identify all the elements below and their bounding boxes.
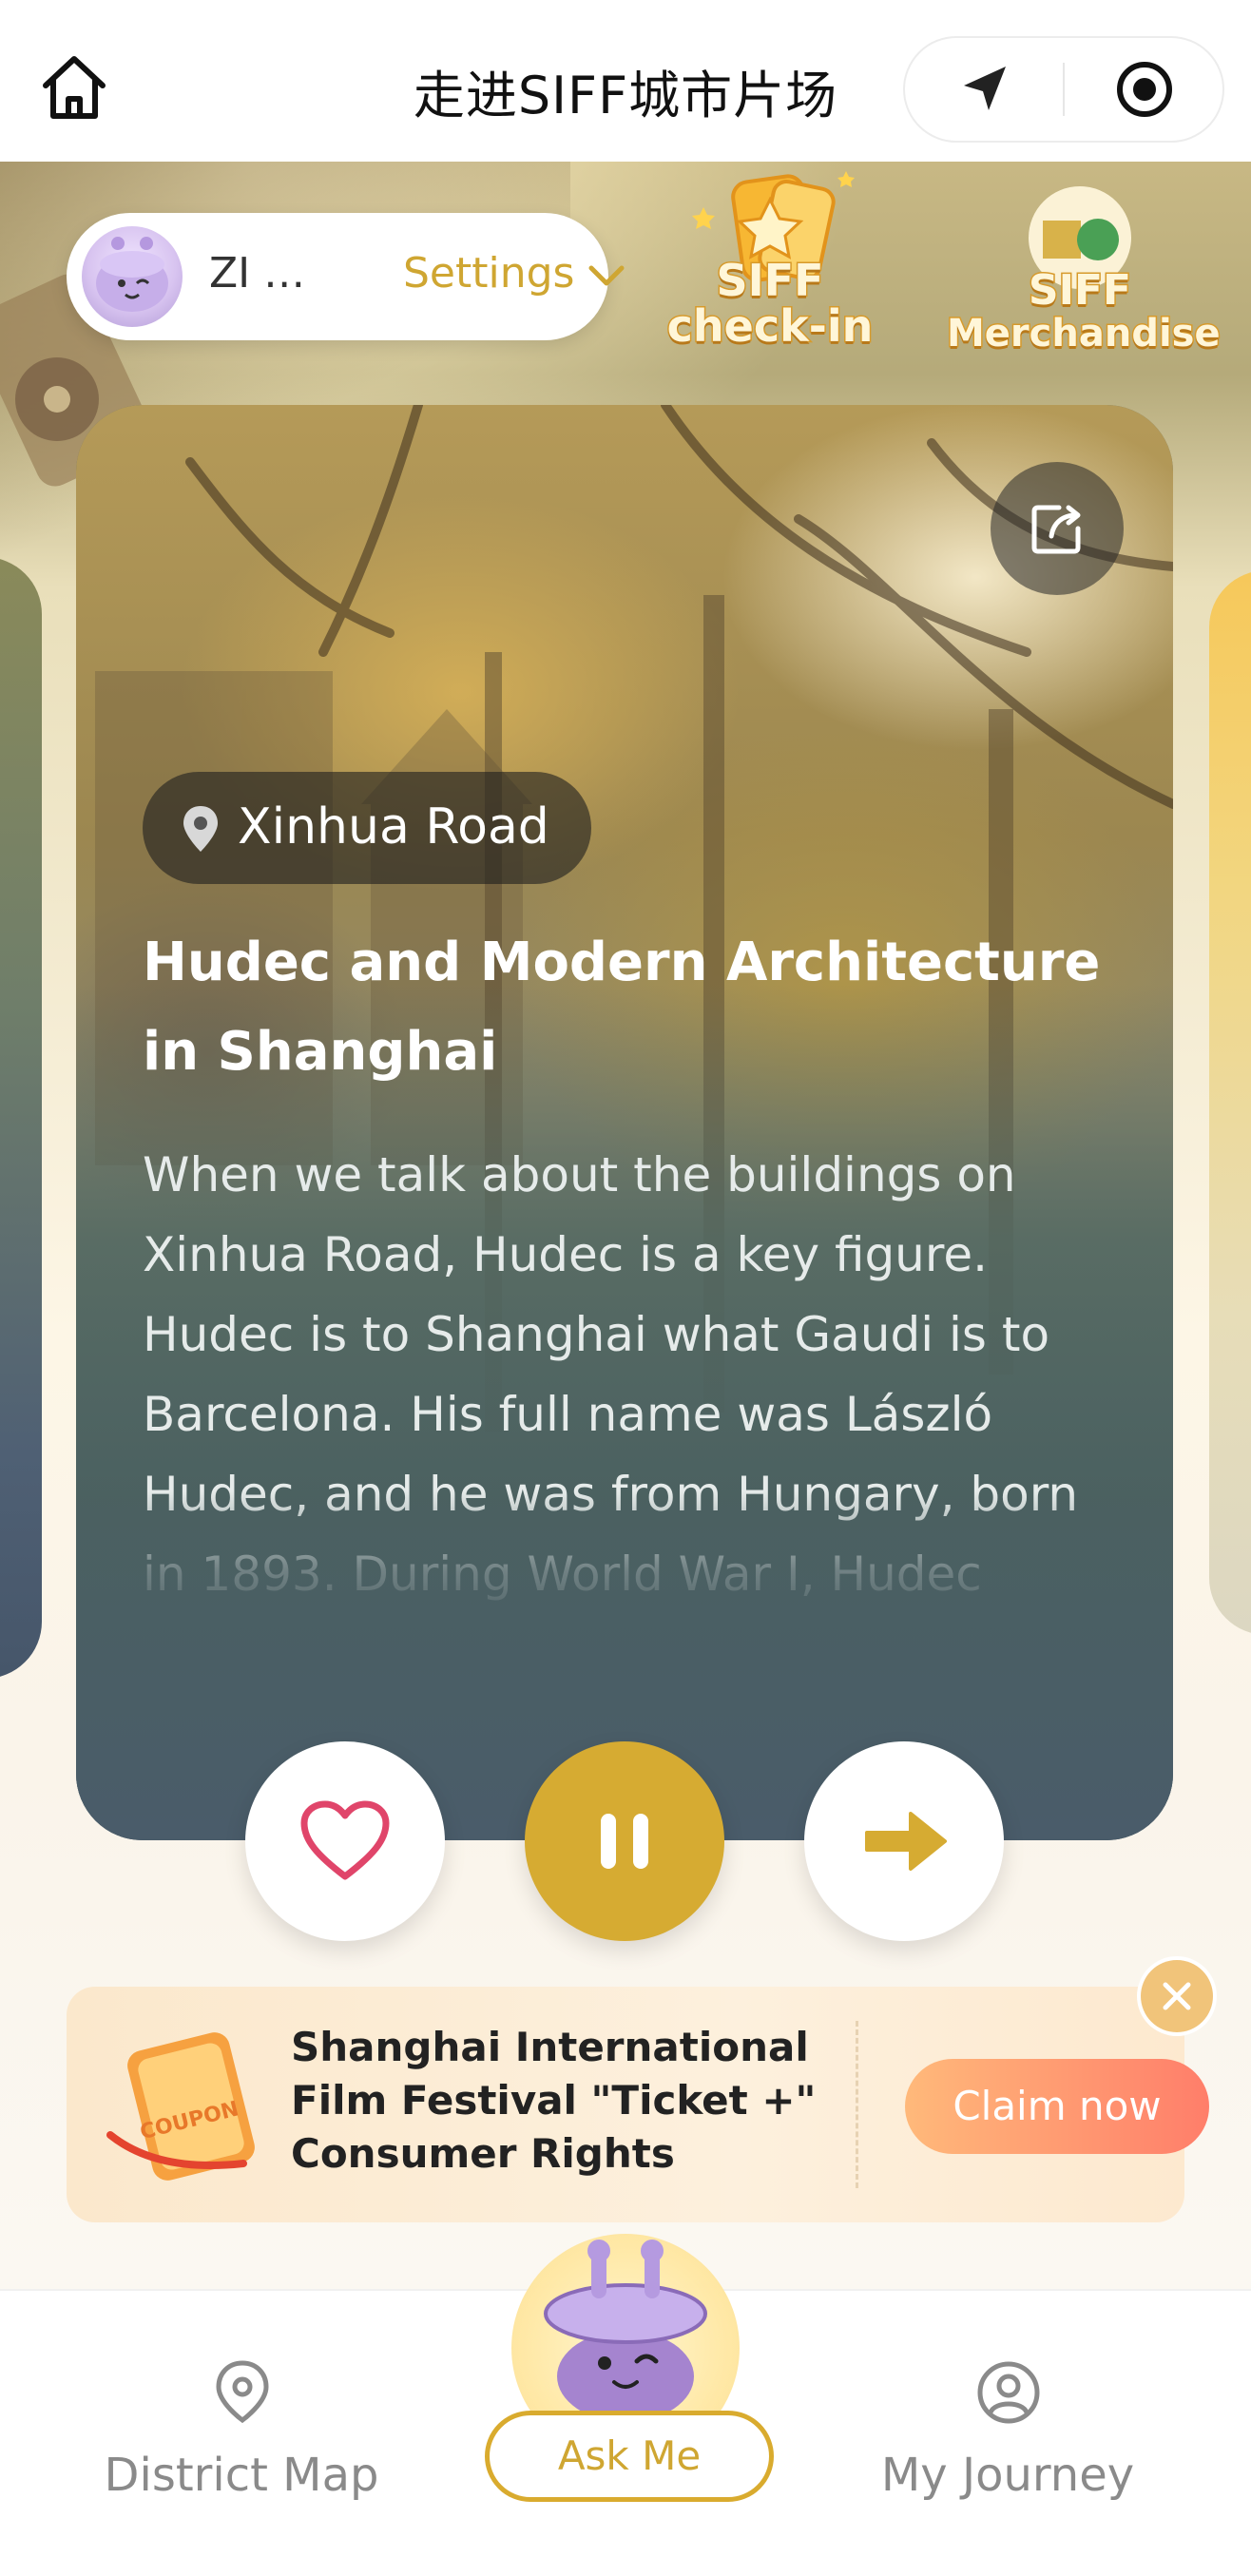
like-button[interactable] (245, 1741, 445, 1941)
pause-button[interactable] (525, 1741, 724, 1941)
navigation-arrow-icon[interactable] (956, 61, 1013, 118)
capsule-divider (1063, 63, 1065, 116)
location-name: Xinhua Road (238, 798, 549, 855)
checkin-label-line2: check-in (665, 300, 875, 352)
tab-my-journey-label: My Journey (880, 2449, 1135, 2502)
siff-merchandise-badge[interactable]: SIFF Merchandise (946, 181, 1222, 371)
previous-story-card[interactable] (0, 557, 42, 1679)
promo-text: Shanghai International Film Festival "Ti… (291, 2024, 817, 2177)
next-story-button[interactable] (804, 1741, 1004, 1941)
tab-my-journey[interactable]: My Journey (837, 2291, 1179, 2576)
ask-me-button[interactable]: Ask Me (485, 2411, 774, 2502)
coupon-icon: COUPON (106, 2032, 255, 2181)
story-title: Hudec and Modern Architecture in Shangha… (143, 932, 1101, 1083)
story-card: Xinhua Road Hudec and Modern Architectur… (76, 405, 1173, 1840)
siff-checkin-badge[interactable]: SIFF check-in (656, 160, 884, 369)
tab-district-map-label: District Map (104, 2449, 379, 2502)
heart-icon (300, 1800, 390, 1880)
checkin-label-line1: SIFF (715, 255, 825, 306)
merch-label-line2: Merchandise (946, 311, 1222, 357)
user-name: ZI … (209, 249, 306, 298)
top-bar: 走进SIFF城市片场 (0, 0, 1251, 162)
mascot-icon (544, 2240, 707, 2422)
arrow-right-icon (865, 1812, 947, 1871)
next-story-card[interactable] (1209, 570, 1251, 1635)
location-pin-icon (183, 806, 218, 852)
user-settings-pill[interactable]: ZI … Settings (67, 213, 625, 340)
share-button[interactable] (991, 462, 1124, 595)
map-pin-icon (216, 2360, 269, 2424)
location-chip: Xinhua Road (143, 772, 591, 884)
mascot-avatar (96, 237, 168, 312)
settings-link[interactable]: Settings (403, 249, 574, 298)
user-circle-icon (977, 2361, 1040, 2424)
story-body: When we talk about the buildings on Xinh… (143, 1147, 1079, 1629)
chevron-down-icon (588, 265, 625, 286)
avatar (82, 226, 183, 327)
share-icon (1031, 505, 1081, 554)
claim-now-button[interactable]: Claim now (905, 2059, 1209, 2154)
merch-label-line1: SIFF (1027, 266, 1132, 315)
close-promo-button[interactable] (1141, 1960, 1213, 2032)
target-record-icon[interactable] (1114, 59, 1175, 120)
promo-divider (856, 2021, 858, 2188)
tab-district-map[interactable]: District Map (70, 2291, 413, 2576)
close-icon (1163, 1982, 1191, 2010)
promo-banner: COUPON Shanghai International Film Festi… (67, 1960, 1213, 2222)
pause-icon (601, 1814, 648, 1869)
mini-program-capsule (903, 36, 1224, 143)
